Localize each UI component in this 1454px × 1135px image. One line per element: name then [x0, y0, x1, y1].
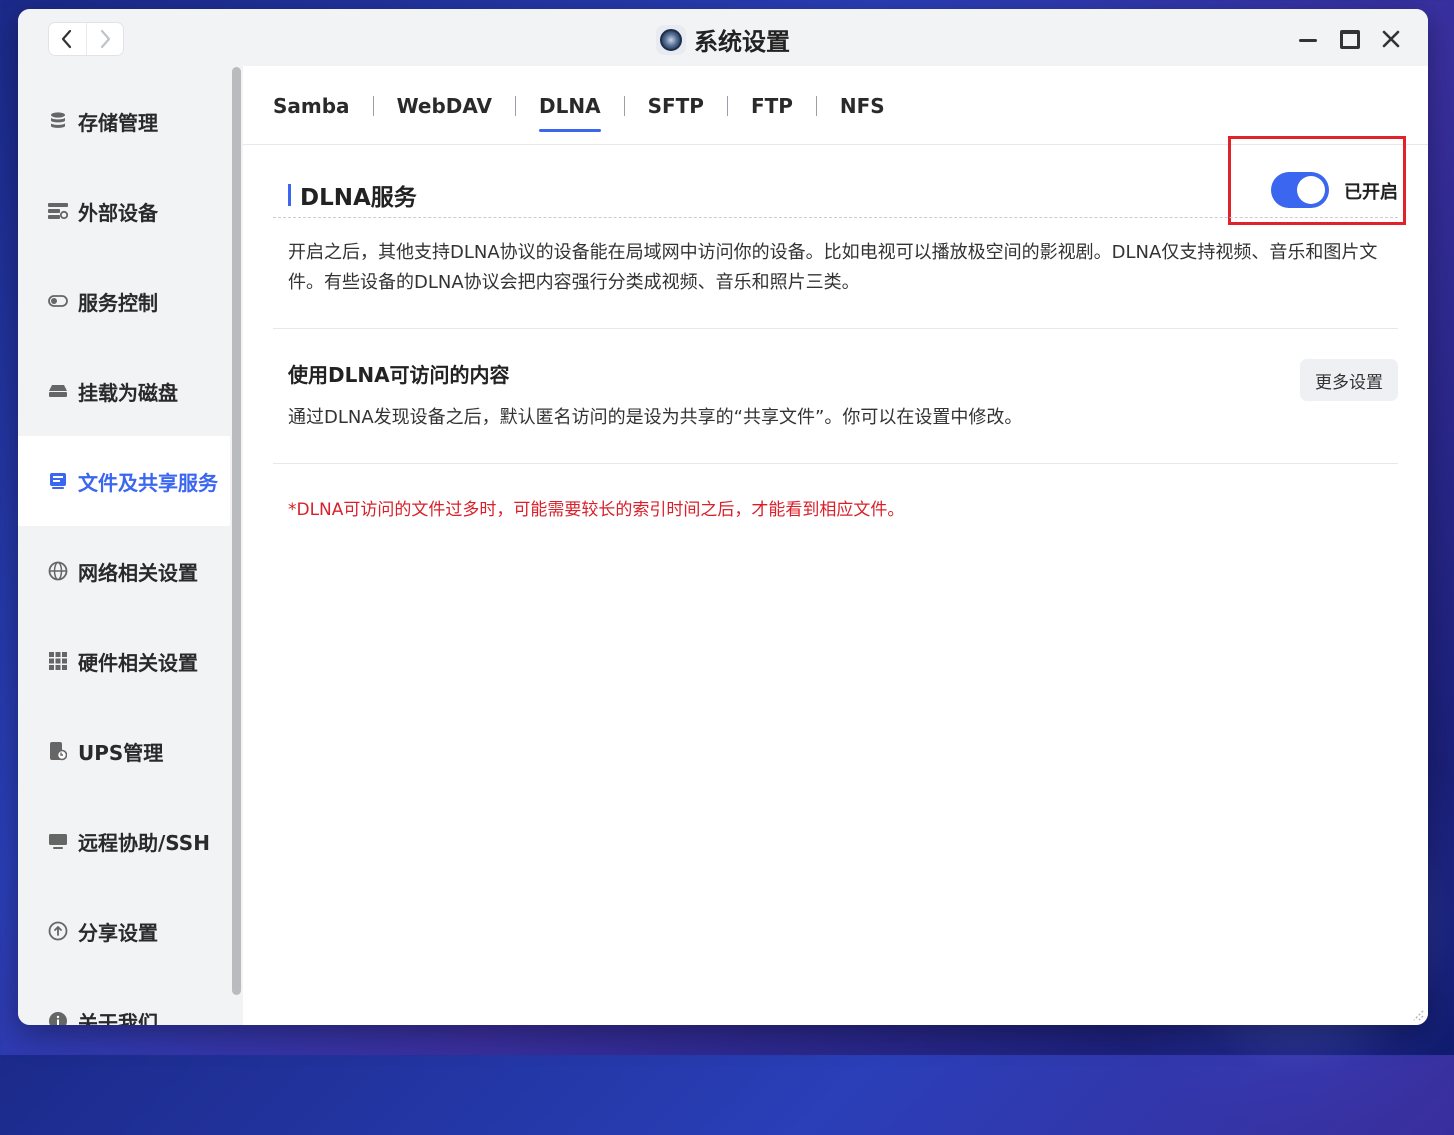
minimize-icon [1299, 38, 1317, 42]
sidebar-item-hardware[interactable]: 硬件相关设置 [18, 616, 230, 706]
sidebar: 存储管理 外部设备 服务控制 挂载为磁盘 文件及共享服务 网络相关设置 硬件相关… [18, 66, 230, 1025]
content-access-description: 通过DLNA发现设备之后，默认匿名访问的是设为共享的“共享文件”。你可以在设置中… [288, 407, 1023, 428]
sidebar-item-share-settings[interactable]: 分享设置 [18, 886, 230, 976]
sidebar-item-about[interactable]: 关于我们 [18, 976, 230, 1025]
info-icon [48, 1011, 68, 1025]
tab-samba[interactable]: Samba [273, 94, 350, 118]
toggle-icon [48, 291, 68, 311]
dlna-toggle-status: 已开启 [1344, 182, 1398, 203]
maximize-icon [1340, 29, 1360, 49]
sidebar-item-file-sharing[interactable]: 文件及共享服务 [18, 436, 230, 526]
dlna-section-title: DLNA服务 [300, 185, 417, 211]
tab-dlna[interactable]: DLNA [539, 94, 601, 132]
maximize-button[interactable] [1335, 24, 1365, 54]
more-settings-button[interactable]: 更多设置 [1300, 359, 1398, 401]
sidebar-item-service-control[interactable]: 服务控制 [18, 256, 230, 346]
sidebar-scrollbar[interactable] [232, 67, 241, 995]
sidebar-item-mount-disk[interactable]: 挂载为磁盘 [18, 346, 230, 436]
section-accent-bar [288, 184, 291, 206]
window-title-group: 系统设置 [18, 22, 1428, 57]
tab-nfs[interactable]: NFS [840, 94, 885, 118]
resize-grip-icon[interactable] [1410, 1007, 1424, 1021]
sidebar-item-ups[interactable]: UPS管理 [18, 706, 230, 796]
title-bar: 系统设置 [18, 9, 1428, 66]
tab-divider [372, 96, 374, 116]
tab-divider [815, 96, 817, 116]
sidebar-item-network[interactable]: 网络相关设置 [18, 526, 230, 616]
sidebar-item-external-devices[interactable]: 外部设备 [18, 166, 230, 256]
toggle-knob [1297, 176, 1325, 204]
sidebar-item-label: UPS管理 [78, 740, 164, 765]
tab-webdav[interactable]: WebDAV [397, 94, 492, 118]
section-divider [273, 328, 1398, 329]
sidebar-item-label: 硬件相关设置 [78, 650, 198, 675]
tab-sftp[interactable]: SFTP [648, 94, 704, 118]
sidebar-item-label: 关于我们 [78, 1010, 158, 1026]
ups-icon [48, 741, 68, 761]
window-title: 系统设置 [694, 28, 790, 56]
database-icon [48, 111, 68, 131]
tab-divider [726, 96, 728, 116]
file-share-icon [48, 471, 68, 491]
tab-bar: Samba WebDAV DLNA SFTP FTP NFS [273, 91, 885, 132]
sidebar-item-label: 文件及共享服务 [78, 470, 218, 495]
index-warning-note: *DLNA可访问的文件过多时，可能需要较长的索引时间之后，才能看到相应文件。 [288, 500, 905, 520]
sidebar-item-storage[interactable]: 存储管理 [18, 76, 230, 166]
tab-divider [515, 96, 516, 116]
sidebar-item-label: 挂载为磁盘 [78, 380, 178, 405]
dlna-section-header: DLNA服务 [288, 178, 417, 212]
drive-icon [48, 381, 68, 401]
dlna-description: 开启之后，其他支持DLNA协议的设备能在局域网中访问你的设备。比如电视可以播放极… [288, 242, 1378, 293]
minimize-button[interactable] [1293, 24, 1323, 54]
app-logo-icon [656, 24, 686, 55]
main-content: Samba WebDAV DLNA SFTP FTP NFS DLNA服务 已开… [243, 66, 1428, 1025]
dlna-toggle-switch[interactable] [1271, 172, 1329, 208]
sidebar-item-label: 远程协助/SSH [78, 830, 210, 855]
sidebar-item-label: 存储管理 [78, 110, 158, 135]
sidebar-item-label: 分享设置 [78, 920, 158, 945]
section-divider [273, 463, 1398, 464]
tab-ftp[interactable]: FTP [751, 94, 793, 118]
tab-divider [623, 96, 625, 116]
globe-icon [48, 561, 68, 581]
close-button[interactable] [1376, 24, 1406, 54]
close-icon [1382, 30, 1400, 48]
share-icon [48, 921, 68, 941]
device-icon [48, 201, 68, 221]
sidebar-item-label: 网络相关设置 [78, 560, 198, 585]
monitor-icon [48, 831, 68, 851]
section-dashed-divider [273, 217, 1398, 218]
sidebar-item-remote-ssh[interactable]: 远程协助/SSH [18, 796, 230, 886]
content-access-title: 使用DLNA可访问的内容 [288, 363, 510, 387]
grid-icon [48, 651, 68, 671]
settings-window: 系统设置 存储管理 外部设备 服务控制 挂载为磁盘 文件及共享服务 网络相关设置… [18, 9, 1428, 1025]
sidebar-item-label: 外部设备 [78, 200, 158, 225]
sidebar-item-label: 服务控制 [78, 290, 158, 315]
